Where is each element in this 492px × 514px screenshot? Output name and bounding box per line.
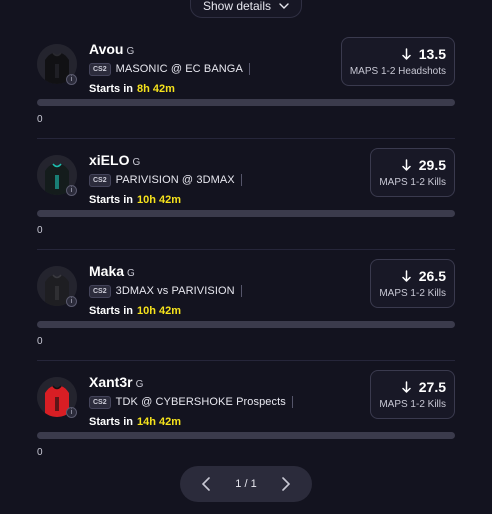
match-separator	[248, 63, 250, 75]
stat-line-label: MAPS 1-2 Kills	[379, 399, 446, 410]
player-position: G	[126, 46, 135, 57]
stat-line-value: 29.5	[418, 157, 446, 173]
player-name-text: xiELO	[89, 152, 130, 168]
chevron-left-icon	[202, 477, 210, 491]
stat-line-box[interactable]: 27.5 MAPS 1-2 Kills	[370, 370, 455, 419]
next-page-button[interactable]	[282, 477, 290, 491]
starts-label: Starts in	[89, 305, 134, 317]
match-row: CS2 PARIVISION @ 3DMAX	[89, 173, 242, 187]
stat-line-box[interactable]: 29.5 MAPS 1-2 Kills	[370, 148, 455, 197]
prev-page-button[interactable]	[202, 477, 210, 491]
player-name: xiELO G	[89, 152, 140, 168]
start-time: Starts in 10h 42m	[89, 194, 181, 206]
progress-value: 0	[37, 447, 43, 458]
card-divider	[37, 138, 455, 139]
start-time: Starts in 8h 42m	[89, 83, 175, 95]
start-time: Starts in 14h 42m	[89, 416, 181, 428]
game-badge: CS2	[89, 284, 111, 298]
info-icon[interactable]: i	[66, 74, 77, 85]
stat-line-value: 26.5	[418, 268, 446, 284]
player-name: Xant3r G	[89, 374, 143, 390]
info-icon[interactable]: i	[66, 185, 77, 196]
stat-line-box[interactable]: 13.5 MAPS 1-2 Headshots	[340, 37, 455, 86]
progress-bar	[37, 321, 455, 328]
progress-value: 0	[37, 225, 43, 236]
stat-line-label: MAPS 1-2 Kills	[379, 288, 446, 299]
player-name-text: Avou	[89, 41, 124, 57]
arrow-down-icon	[402, 159, 411, 171]
stat-line-label: MAPS 1-2 Kills	[379, 177, 446, 188]
player-position: G	[135, 379, 144, 390]
pagination: 1 / 1	[180, 466, 312, 502]
starts-time-value: 10h 42m	[137, 305, 182, 317]
stat-line-value: 13.5	[418, 46, 446, 62]
arrow-down-icon	[402, 381, 411, 393]
progress-bar	[37, 99, 455, 106]
starts-time-value: 14h 42m	[137, 416, 182, 428]
player-name-text: Maka	[89, 263, 125, 279]
starts-time-value: 10h 42m	[137, 194, 182, 206]
stat-line-label: MAPS 1-2 Headshots	[349, 66, 446, 77]
game-badge: CS2	[89, 173, 111, 187]
card-divider	[37, 249, 455, 250]
match-name: TDK @ CYBERSHOKE Prospects	[115, 396, 286, 408]
progress-bar	[37, 432, 455, 439]
game-badge: CS2	[89, 395, 111, 409]
match-separator	[291, 396, 293, 408]
prop-card[interactable]: i Xant3r G CS2 TDK @ CYBERSHOKE Prospects…	[37, 370, 455, 481]
progress-bar	[37, 210, 455, 217]
player-name: Avou G	[89, 41, 134, 57]
player-position: G	[127, 268, 135, 279]
player-name-text: Xant3r	[89, 374, 133, 390]
starts-label: Starts in	[89, 194, 134, 206]
show-details-label: Show details	[202, 0, 272, 13]
info-icon[interactable]: i	[66, 296, 77, 307]
starts-label: Starts in	[89, 83, 134, 95]
show-details-button[interactable]: Show details	[190, 0, 302, 18]
start-time: Starts in 10h 42m	[89, 305, 181, 317]
chevron-down-icon	[279, 3, 289, 9]
chevron-right-icon	[282, 477, 290, 491]
match-row: CS2 3DMAX vs PARIVISION	[89, 284, 242, 298]
player-name: Maka G	[89, 263, 135, 279]
match-row: CS2 MASONIC @ EC BANGA	[89, 62, 250, 76]
starts-time-value: 8h 42m	[137, 83, 175, 95]
page-indicator: 1 / 1	[235, 478, 257, 490]
arrow-down-icon	[402, 270, 411, 282]
game-badge: CS2	[89, 62, 111, 76]
progress-value: 0	[37, 114, 43, 125]
info-icon[interactable]: i	[66, 407, 77, 418]
prop-card[interactable]: i Maka G CS2 3DMAX vs PARIVISION Starts i…	[37, 259, 455, 370]
match-name: 3DMAX vs PARIVISION	[115, 285, 235, 297]
match-name: PARIVISION @ 3DMAX	[115, 174, 235, 186]
prop-card[interactable]: i xiELO G CS2 PARIVISION @ 3DMAX Starts i…	[37, 148, 455, 259]
match-separator	[240, 285, 242, 297]
player-position: G	[132, 157, 141, 168]
stat-line-value: 27.5	[418, 379, 446, 395]
match-separator	[240, 174, 242, 186]
card-divider	[37, 360, 455, 361]
match-name: MASONIC @ EC BANGA	[115, 63, 243, 75]
progress-value: 0	[37, 336, 43, 347]
arrow-down-icon	[402, 48, 411, 60]
prop-card[interactable]: i Avou G CS2 MASONIC @ EC BANGA Starts in…	[37, 37, 455, 148]
starts-label: Starts in	[89, 416, 134, 428]
match-row: CS2 TDK @ CYBERSHOKE Prospects	[89, 395, 293, 409]
stat-line-box[interactable]: 26.5 MAPS 1-2 Kills	[370, 259, 455, 308]
